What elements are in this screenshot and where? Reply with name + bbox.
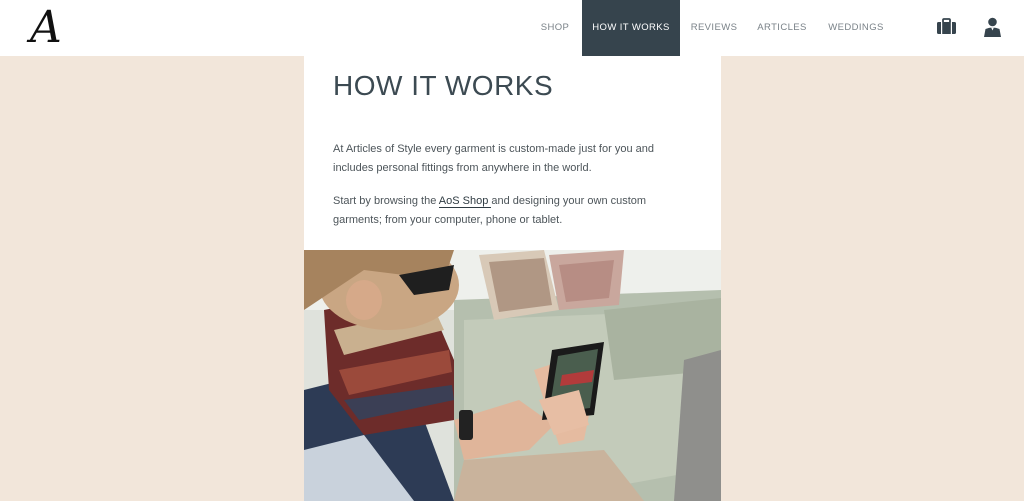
- shop-paragraph-start: Start by browsing the: [333, 195, 439, 207]
- hero-photo: [304, 240, 721, 501]
- how-it-works-panel: HOW IT WORKS At Articles of Style every …: [304, 56, 721, 501]
- briefcase-icon[interactable]: [937, 18, 956, 40]
- nav-shop[interactable]: SHOP: [533, 0, 577, 56]
- nav-how-it-works[interactable]: HOW IT WORKS: [582, 0, 680, 56]
- brand-logo[interactable]: A: [30, 6, 90, 50]
- intro-paragraph: At Articles of Style every garment is cu…: [333, 143, 654, 174]
- page-title: HOW IT WORKS: [333, 70, 554, 101]
- nav-weddings[interactable]: WEDDINGS: [823, 0, 889, 56]
- nav-articles[interactable]: ARTICLES: [754, 0, 810, 56]
- shop-paragraph: Start by browsing the AoS Shop and desig…: [333, 192, 683, 230]
- site-header: A SHOP HOW IT WORKS REVIEWS ARTICLES WED…: [0, 0, 1024, 56]
- aos-shop-link[interactable]: AoS Shop: [438, 195, 492, 208]
- user-icon[interactable]: [984, 17, 1001, 42]
- nav-reviews[interactable]: REVIEWS: [688, 0, 740, 56]
